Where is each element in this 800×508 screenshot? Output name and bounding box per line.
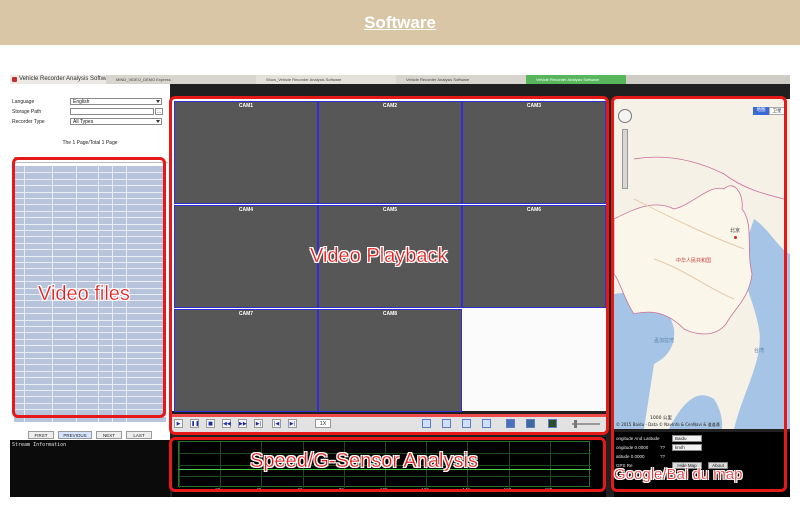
annotation-speed-sensor: Speed/G-Sensor Analysis (250, 450, 478, 472)
last-button[interactable]: LAST (126, 431, 152, 439)
recorder-type-label: Recorder Type (12, 119, 45, 125)
browse-button[interactable]: … (155, 108, 163, 115)
recorder-type-select[interactable]: All Types (70, 118, 162, 125)
annotation-video-playback: Video Playback (310, 245, 448, 267)
language-value: English (73, 99, 90, 105)
taskbar-strip: MIND_VIDEO_DEMO Express Show_Vehicle Rec… (106, 75, 790, 84)
recorder-type-value: All Types (73, 119, 94, 125)
stream-log: Stream Information (10, 440, 170, 497)
banner-title: Software (364, 13, 436, 32)
window-title: Vehicle Recorder Analysis Software (19, 76, 114, 82)
language-select[interactable]: English (70, 98, 162, 105)
first-button[interactable]: FIRST (28, 431, 54, 439)
stream-log-text: Stream Information (12, 442, 67, 448)
pagination: FIRST PREVIOUS NEXT LAST (10, 431, 170, 439)
annotation-video-files: Video files (38, 283, 130, 305)
taskbar-tab[interactable]: Show_Vehicle Recorder Analysis Software (256, 75, 396, 84)
page-info: The 1 Page/Total 1 Page (62, 140, 118, 146)
taskbar-tab[interactable]: MIND_VIDEO_DEMO Express (106, 75, 256, 84)
title-bar: Vehicle Recorder Analysis Software MIND_… (10, 75, 790, 84)
map-box (611, 96, 787, 492)
chevron-down-icon (156, 100, 160, 103)
previous-button[interactable]: PREVIOUS (58, 431, 92, 439)
storage-path-label: Storage Path (12, 109, 42, 115)
next-button[interactable]: NEXT (96, 431, 122, 439)
annotation-map: Google/Bai du map (614, 466, 743, 483)
app-icon (12, 77, 17, 82)
storage-path-input[interactable] (70, 108, 154, 115)
taskbar-empty (626, 75, 790, 84)
taskbar-tab[interactable]: Vehicle Recorder Analysis Software (396, 75, 526, 84)
taskbar-tab-active[interactable]: Vehicle Recorder Analysis Software (526, 75, 626, 84)
chevron-down-icon (156, 120, 160, 123)
banner: Software (0, 0, 800, 45)
language-label: Language (12, 99, 35, 105)
